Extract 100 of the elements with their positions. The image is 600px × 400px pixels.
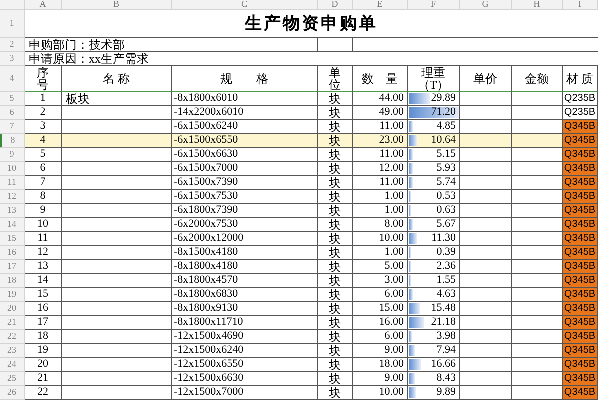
row-header[interactable]: 10: [0, 162, 25, 176]
table-cell: 14: [25, 274, 62, 288]
table-cell: 块: [318, 288, 353, 302]
material-cell: Q345B: [563, 302, 598, 316]
row-header[interactable]: 22: [0, 330, 25, 344]
material-cell: Q345B: [563, 260, 598, 274]
row-header[interactable]: 12: [0, 190, 25, 204]
weight-value: 15.48: [431, 303, 456, 314]
table-cell: 8.00: [353, 218, 408, 232]
column-header[interactable]: E: [353, 0, 408, 10]
table-cell: 19: [25, 344, 62, 358]
weight-value: 0.63: [436, 205, 456, 216]
table-cell: 6.00: [353, 288, 408, 302]
column-heading: 序 号: [25, 66, 62, 92]
row-header[interactable]: 11: [0, 176, 25, 190]
row-header[interactable]: 3: [0, 52, 25, 66]
row-header[interactable]: 18: [0, 274, 25, 288]
material-cell: Q345B: [563, 148, 598, 162]
table-cell: 18.00: [353, 358, 408, 372]
column-header[interactable]: A: [25, 0, 62, 10]
table-cell: 13: [25, 260, 62, 274]
table-cell: 10: [25, 218, 62, 232]
row-header[interactable]: 9: [0, 148, 25, 162]
table-cell: 块: [318, 358, 353, 372]
row-header[interactable]: 21: [0, 316, 25, 330]
row-header[interactable]: 5: [0, 92, 25, 106]
column-heading: 规 格: [172, 66, 318, 92]
table-cell: -12x1500x6630: [172, 372, 318, 386]
row-header[interactable]: 24: [0, 358, 25, 372]
table-cell: 11: [25, 232, 62, 246]
material-cell: Q345B: [563, 386, 598, 400]
table-cell: 5.00: [353, 260, 408, 274]
table-cell: 块: [318, 190, 353, 204]
department-cell: 申购部门：技术部: [25, 38, 318, 52]
table-cell: 44.00: [353, 92, 408, 106]
row-header[interactable]: 4: [0, 66, 25, 92]
weight-value: 2.36: [436, 261, 456, 272]
weight-value: 29.89: [431, 93, 456, 104]
weight-value: 4.63: [436, 289, 456, 300]
select-all-corner[interactable]: [0, 0, 25, 10]
row-header[interactable]: 13: [0, 204, 25, 218]
table-cell: 4: [25, 134, 62, 148]
column-header[interactable]: F: [408, 0, 460, 10]
column-heading: 名 称: [62, 66, 172, 92]
weight-value: 7.94: [436, 345, 456, 356]
row-header[interactable]: 25: [0, 372, 25, 386]
table-cell: 块: [318, 232, 353, 246]
table-cell: 6.00: [353, 330, 408, 344]
weight-value: 71.20: [431, 107, 456, 118]
table-cell: 2: [25, 106, 62, 120]
column-header[interactable]: D: [318, 0, 353, 10]
table-cell: 49.00: [353, 106, 408, 120]
column-heading: 理重 （T）: [408, 66, 460, 92]
table-cell: 块: [318, 330, 353, 344]
table-cell: 17: [25, 316, 62, 330]
sheet-title: 生产物资申购单: [25, 10, 598, 38]
row-header[interactable]: 20: [0, 302, 25, 316]
row-header[interactable]: 7: [0, 120, 25, 134]
table-cell: 块: [318, 302, 353, 316]
table-cell: 21: [25, 372, 62, 386]
material-cell: Q345B: [563, 372, 598, 386]
material-cell: Q345B: [563, 120, 598, 134]
column-header[interactable]: B: [62, 0, 172, 10]
table-cell: 18: [25, 330, 62, 344]
column-header[interactable]: I: [563, 0, 598, 10]
column-header[interactable]: G: [460, 0, 512, 10]
column-header[interactable]: C: [172, 0, 318, 10]
table-cell: 6: [25, 162, 62, 176]
row-header[interactable]: 1: [0, 10, 25, 38]
table-cell: 12: [25, 246, 62, 260]
row-header[interactable]: 2: [0, 38, 25, 52]
table-cell: 11.00: [353, 176, 408, 190]
table-cell: -12x1500x6240: [172, 344, 318, 358]
row-header[interactable]: 8: [0, 134, 25, 148]
weight-value: 4.85: [436, 121, 456, 132]
table-cell: 1: [25, 92, 62, 106]
table-cell: 12.00: [353, 162, 408, 176]
row-header[interactable]: 15: [0, 232, 25, 246]
table-cell: 16: [25, 302, 62, 316]
material-cell: Q345B: [563, 176, 598, 190]
weight-value: 5.15: [436, 149, 456, 160]
weight-value: 9.89: [436, 387, 456, 398]
material-cell: Q235B: [563, 92, 598, 106]
material-cell: Q345B: [563, 316, 598, 330]
table-cell: 20: [25, 358, 62, 372]
table-cell: 9.00: [353, 344, 408, 358]
row-header[interactable]: 16: [0, 246, 25, 260]
row-header[interactable]: 26: [0, 386, 25, 400]
row-header[interactable]: 23: [0, 344, 25, 358]
table-cell: 5: [25, 148, 62, 162]
row-header[interactable]: 19: [0, 288, 25, 302]
table-cell: -8x1800x6830: [172, 288, 318, 302]
weight-value: 10.64: [431, 135, 456, 146]
row-header[interactable]: 6: [0, 106, 25, 120]
row-header[interactable]: 14: [0, 218, 25, 232]
row-header[interactable]: 17: [0, 260, 25, 274]
table-cell: 块: [318, 134, 353, 148]
column-header[interactable]: H: [512, 0, 563, 10]
table-cell: 块: [318, 162, 353, 176]
table-cell: 16.00: [353, 316, 408, 330]
